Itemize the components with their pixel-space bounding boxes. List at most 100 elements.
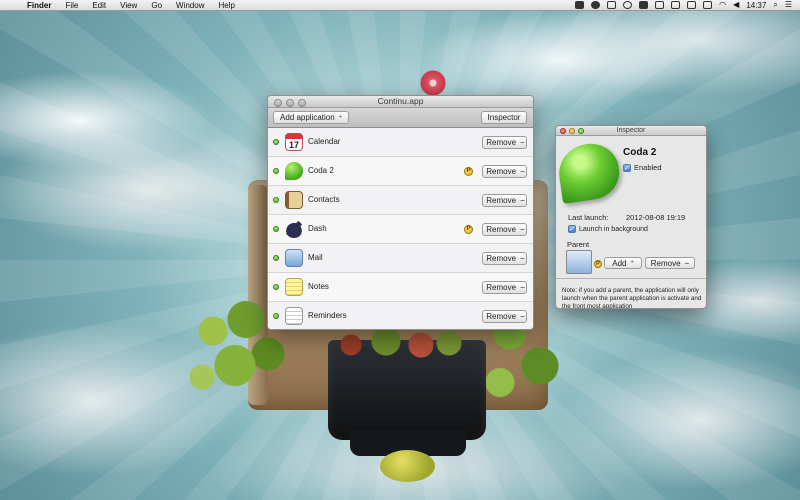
minus-icon: − [520,225,525,234]
remove-parent-label: Remove [650,258,681,268]
menu-help[interactable]: Help [211,0,241,11]
remove-button[interactable]: Remove − [482,252,527,265]
inspector-close-button[interactable] [560,128,566,134]
menu-extras: ◠ ◀ 14:37 ⌕ ☰ [575,1,800,10]
minimize-button[interactable] [286,99,294,107]
spotlight-search-icon[interactable]: ⌕ [773,1,777,9]
parent-app-icon[interactable] [566,250,592,274]
menu-view[interactable]: View [113,0,144,11]
inspector-zoom-button[interactable] [578,128,584,134]
window-title: Continu.app [377,96,424,106]
add-application-button[interactable]: Add application ÷ [273,111,350,124]
menu-clock[interactable]: 14:37 [746,1,766,10]
menu-edit[interactable]: Edit [85,0,113,11]
app-name: Reminders [308,311,347,320]
app-row[interactable]: Coda 2 P Remove − [268,157,533,186]
menu-finder[interactable]: Finder [20,0,58,11]
add-parent-button[interactable]: Add ÷ [604,257,642,269]
running-status-icon [273,197,279,203]
remove-label: Remove [486,138,517,147]
app-row[interactable]: Mail Remove − [268,244,533,273]
display-icon[interactable] [687,1,697,9]
running-status-icon [273,284,279,290]
calendar-icon: 17 [285,133,303,151]
running-status-icon [273,226,279,232]
inspector-body: Coda 2 ✓ Enabled Last launch: 2012-08-08… [556,136,706,309]
parent-note: Note: if you add a parent, the applicati… [562,287,702,309]
inspector-minimize-button[interactable] [569,128,575,134]
remove-label: Remove [486,225,517,234]
wallpaper-flower [420,70,446,96]
enabled-checkbox[interactable]: ✓ [623,163,631,172]
coda-leaf-icon [556,140,623,204]
minus-icon: − [520,138,525,147]
volume-icon[interactable]: ◀ [733,1,739,9]
menu-go[interactable]: Go [144,0,169,11]
add-application-label: Add application [280,113,335,122]
add-parent-label: Add [612,258,627,268]
running-status-icon [273,255,279,261]
reminders-icon [285,307,303,325]
wallpaper-plant [330,325,470,365]
app-row[interactable]: Contacts Remove − [268,186,533,215]
remove-parent-button[interactable]: Remove − [645,257,695,269]
inspector-divider [556,278,706,279]
wifi-icon[interactable]: ◠ [719,1,726,9]
box-icon[interactable] [655,1,665,9]
last-launch-label: Last launch: [568,213,609,222]
inspector-button[interactable]: Inspector [481,111,527,124]
launch-background-label: Launch in background [579,225,648,233]
inspector-app-name: Coda 2 [623,147,657,158]
remove-label: Remove [486,312,517,321]
app-row[interactable]: 17 Calendar Remove − [268,128,533,157]
app-row[interactable]: Reminders Remove − [268,302,533,329]
inspector-titlebar[interactable]: Inspector [556,126,706,136]
running-status-icon [273,139,279,145]
q-icon[interactable] [623,1,633,9]
app-list: 17 Calendar Remove − Coda 2 P Remove − Contacts R… [268,128,533,329]
status-icon-a[interactable] [575,1,585,9]
dash-icon [285,220,303,238]
close-button[interactable] [274,99,282,107]
remove-button[interactable]: Remove − [482,136,527,149]
app-name: Coda 2 [308,166,334,175]
inspector-window-controls [560,128,584,134]
parent-badge-icon: P [594,260,602,268]
main-window-titlebar[interactable]: Continu.app [268,96,533,108]
remove-button[interactable]: Remove − [482,194,527,207]
app-row[interactable]: Dash P Remove − [268,215,533,244]
running-status-icon [273,313,279,319]
status-icon-b[interactable] [607,1,617,9]
app-name: Contacts [308,195,340,204]
menu-window[interactable]: Window [169,0,211,11]
notes-icon [285,278,303,296]
app-name: Notes [308,282,329,291]
remove-button[interactable]: Remove − [482,310,527,323]
last-launch-value: 2012-08-08 19:19 [626,213,686,222]
menu-file[interactable]: File [58,0,85,11]
remove-button[interactable]: Remove − [482,223,527,236]
minus-icon: − [520,312,525,321]
status-icon-c[interactable] [671,1,681,9]
app-name: Dash [308,224,327,233]
cat-icon[interactable] [591,1,601,9]
remove-button[interactable]: Remove − [482,165,527,178]
enabled-checkbox-row[interactable]: ✓ Enabled [623,163,662,172]
minus-icon: − [520,167,525,176]
app-row[interactable]: Notes Remove − [268,273,533,302]
parent-badge-icon: P [464,225,473,234]
main-toolbar: Add application ÷ Inspector [268,108,533,128]
menu-bar: Finder File Edit View Go Window Help ◠ ◀… [0,0,800,11]
coda-icon [285,162,303,180]
app-name: Calendar [308,137,341,146]
zoom-button[interactable] [298,99,306,107]
dropbox-icon[interactable] [639,1,649,9]
app-name: Mail [308,253,323,262]
notification-center-icon[interactable]: ☰ [785,1,792,9]
launch-background-row[interactable]: ✓ Launch in background [568,225,648,233]
mail-icon [285,249,303,267]
battery-icon[interactable] [703,1,713,9]
launch-background-checkbox[interactable]: ✓ [568,225,576,233]
continu-main-window: Continu.app Add application ÷ Inspector … [267,95,534,330]
remove-button[interactable]: Remove − [482,281,527,294]
